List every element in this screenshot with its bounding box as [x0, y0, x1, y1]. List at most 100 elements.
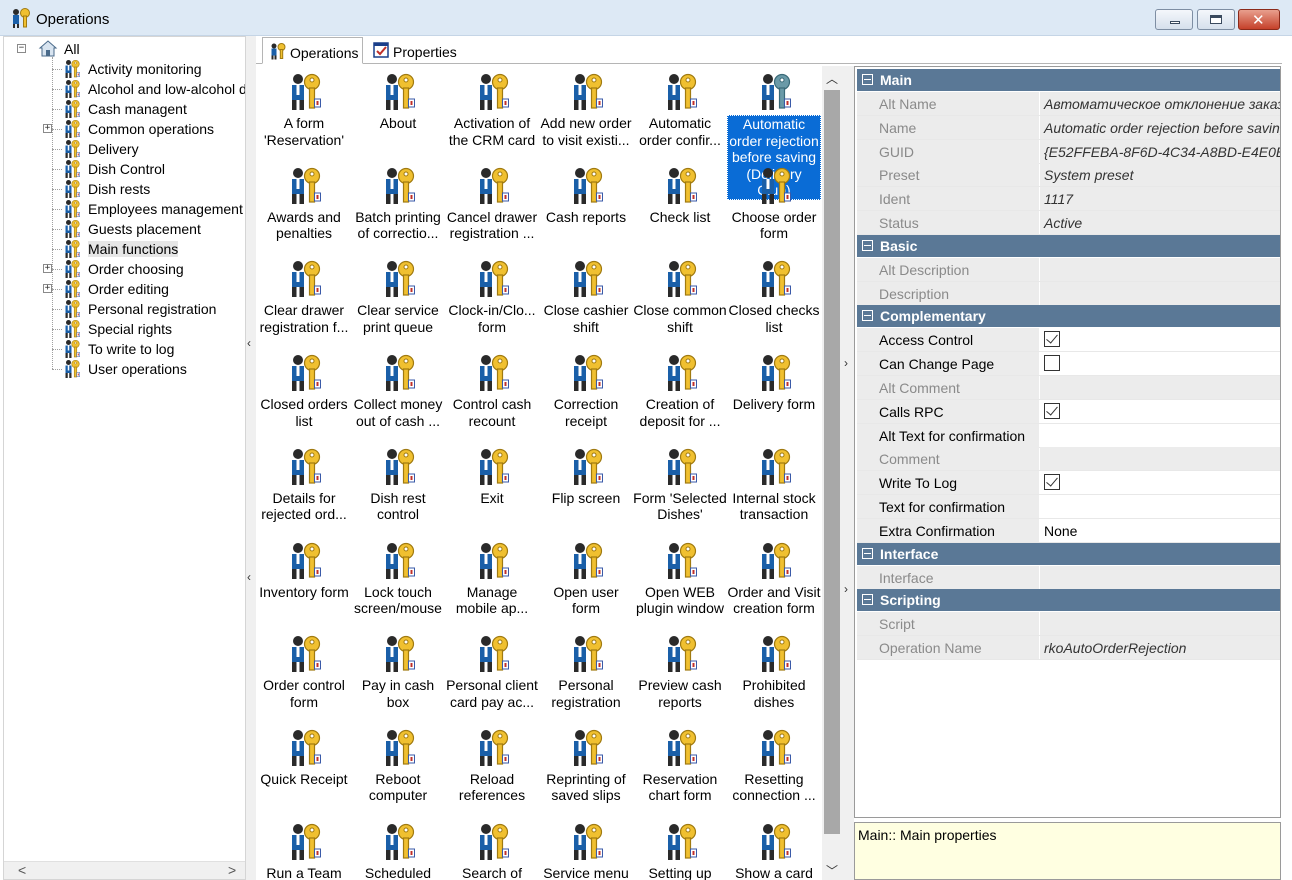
- property-row[interactable]: Interface: [857, 565, 1280, 590]
- property-row[interactable]: Comment: [857, 447, 1280, 472]
- checkbox[interactable]: [1044, 402, 1060, 419]
- close-button[interactable]: ✕: [1238, 9, 1280, 30]
- operation-item[interactable]: Form 'Selected Dishes': [633, 441, 727, 535]
- collapse-toggle[interactable]: −: [17, 44, 26, 53]
- operation-item[interactable]: Order and Visit creation form: [727, 535, 821, 629]
- property-value[interactable]: [1040, 612, 1280, 636]
- tree-item[interactable]: Dish rests: [4, 179, 244, 199]
- category-complementary[interactable]: Complementary: [857, 305, 1280, 328]
- property-value[interactable]: System preset: [1040, 163, 1280, 187]
- tree-splitter[interactable]: ‹ ‹: [246, 36, 256, 880]
- tree-root[interactable]: − All: [4, 39, 244, 59]
- property-value[interactable]: Active: [1040, 211, 1280, 234]
- property-row[interactable]: Access Control: [857, 328, 1280, 353]
- operation-item[interactable]: Add new order to visit existi...: [539, 66, 633, 160]
- tree-item[interactable]: Personal registration: [4, 299, 244, 319]
- category-tree[interactable]: − All Activity monitoring Alcohol and lo…: [3, 36, 246, 880]
- property-row[interactable]: Ident 1117: [857, 187, 1280, 212]
- operation-item[interactable]: Delivery form: [727, 347, 821, 441]
- property-value[interactable]: Автоматическое отклонение заказа: [1040, 92, 1280, 115]
- property-row[interactable]: Script: [857, 612, 1280, 637]
- property-checkbox[interactable]: [1040, 352, 1280, 375]
- tree-item[interactable]: Employees management: [4, 199, 244, 219]
- property-row[interactable]: Can Change Page: [857, 352, 1280, 377]
- collapse-toggle[interactable]: [862, 547, 873, 559]
- property-value[interactable]: [1040, 447, 1280, 471]
- operation-item[interactable]: Open WEB plugin window: [633, 535, 727, 629]
- tree-item[interactable]: Activity monitoring: [4, 59, 244, 79]
- category-main[interactable]: Main: [857, 69, 1280, 91]
- tab-properties[interactable]: Properties: [366, 37, 476, 64]
- operation-item[interactable]: About: [351, 66, 445, 160]
- operation-item[interactable]: Choose order form: [727, 160, 821, 254]
- collapse-left-icon[interactable]: ‹: [247, 336, 251, 350]
- operation-item[interactable]: Awards and penalties: [257, 160, 351, 254]
- operation-item[interactable]: Clear drawer registration f...: [257, 253, 351, 347]
- grid-vertical-scrollbar[interactable]: ︿ ﹀: [822, 66, 842, 880]
- property-value[interactable]: [1040, 424, 1280, 447]
- operation-item[interactable]: Clock-in/Clo... form: [445, 253, 539, 347]
- operation-item[interactable]: Personal client card pay ac...: [445, 628, 539, 722]
- operation-item[interactable]: Search of: [445, 816, 539, 880]
- tree-item[interactable]: + Order editing: [4, 279, 244, 299]
- property-row[interactable]: Description: [857, 281, 1280, 306]
- property-value[interactable]: [1040, 376, 1280, 399]
- operation-item[interactable]: A form 'Reservation': [257, 66, 351, 160]
- property-row[interactable]: Extra Confirmation None: [857, 518, 1280, 543]
- tree-item[interactable]: To write to log: [4, 339, 244, 359]
- operation-item[interactable]: Batch printing of correctio...: [351, 160, 445, 254]
- checkbox[interactable]: [1044, 331, 1060, 348]
- property-row[interactable]: Alt Name Автоматическое отклонение заказа: [857, 92, 1280, 116]
- property-value[interactable]: {E52FFEBA-8F6D-4C34-A8BD-E4E0B4: [1040, 139, 1280, 163]
- property-row[interactable]: Text for confirmation: [857, 495, 1280, 519]
- property-value[interactable]: 1117: [1040, 187, 1280, 211]
- operation-item[interactable]: Collect money out of cash ...: [351, 347, 445, 441]
- property-checkbox[interactable]: [1040, 400, 1280, 423]
- property-checkbox[interactable]: [1040, 471, 1280, 494]
- operation-item[interactable]: Open user form: [539, 535, 633, 629]
- operation-item[interactable]: Pay in cash box: [351, 628, 445, 722]
- operation-item[interactable]: Quick Receipt: [257, 722, 351, 816]
- operation-item[interactable]: Manage mobile ap...: [445, 535, 539, 629]
- property-row[interactable]: Alt Description: [857, 257, 1280, 282]
- expand-toggle[interactable]: +: [43, 124, 52, 133]
- operation-item[interactable]: Automatic order rejection before saving …: [727, 66, 821, 200]
- operation-item[interactable]: Resetting connection ...: [727, 722, 821, 816]
- operation-item[interactable]: Setting up: [633, 816, 727, 880]
- operation-item[interactable]: Flip screen: [539, 441, 633, 535]
- operation-item[interactable]: Lock touch screen/mouse: [351, 535, 445, 629]
- operation-item[interactable]: Cash reports: [539, 160, 633, 254]
- property-row[interactable]: Operation Name rkoAutoOrderRejection: [857, 636, 1280, 661]
- maximize-button[interactable]: [1197, 9, 1235, 30]
- checkbox[interactable]: [1044, 474, 1060, 491]
- collapse-toggle[interactable]: [862, 310, 873, 322]
- operation-item[interactable]: Reservation chart form: [633, 722, 727, 816]
- operation-item[interactable]: Control cash recount: [445, 347, 539, 441]
- operation-item[interactable]: Details for rejected ord...: [257, 441, 351, 535]
- operation-item[interactable]: Automatic order confir...: [633, 66, 727, 160]
- expand-toggle[interactable]: +: [43, 264, 52, 273]
- property-value[interactable]: Automatic order rejection before saving: [1040, 115, 1280, 139]
- tree-item[interactable]: Guests placement: [4, 219, 244, 239]
- property-row[interactable]: Name Automatic order rejection before sav…: [857, 115, 1280, 140]
- operation-item[interactable]: Cancel drawer registration ...: [445, 160, 539, 254]
- operation-item[interactable]: Reboot computer: [351, 722, 445, 816]
- property-row[interactable]: Preset System preset: [857, 163, 1280, 188]
- operation-item[interactable]: Inventory form: [257, 535, 351, 629]
- operation-item[interactable]: Order control form: [257, 628, 351, 722]
- minimize-button[interactable]: [1155, 9, 1193, 30]
- tab-operations[interactable]: Operations: [262, 37, 363, 64]
- operation-item[interactable]: Internal stock transaction: [727, 441, 821, 535]
- collapse-toggle[interactable]: [862, 594, 873, 606]
- property-value[interactable]: rkoAutoOrderRejection: [1040, 636, 1280, 660]
- expand-right-icon[interactable]: ›: [844, 582, 848, 596]
- scrollbar-thumb[interactable]: [824, 90, 840, 834]
- operation-item[interactable]: Reload references: [445, 722, 539, 816]
- property-value[interactable]: [1040, 495, 1280, 518]
- operation-item[interactable]: Clear service print queue: [351, 253, 445, 347]
- category-interface[interactable]: Interface: [857, 542, 1280, 565]
- scroll-down-icon[interactable]: ﹀: [826, 862, 838, 879]
- operation-item[interactable]: Close common shift: [633, 253, 727, 347]
- property-row[interactable]: Status Active: [857, 211, 1280, 235]
- scroll-up-icon[interactable]: ︿: [826, 70, 838, 87]
